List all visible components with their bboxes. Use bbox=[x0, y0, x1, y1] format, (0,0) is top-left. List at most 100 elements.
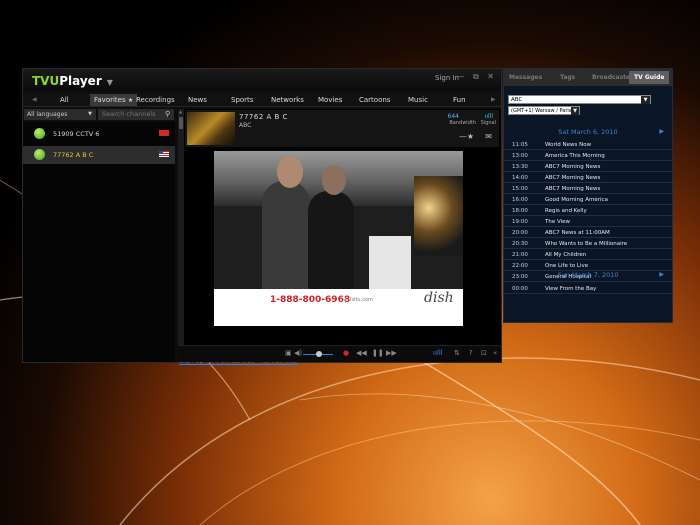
record-icon[interactable]: ● bbox=[343, 349, 349, 357]
category-tabs: ◀ All Favorites ★ Recordings News Sports… bbox=[23, 93, 501, 107]
program-time: 00:00 bbox=[512, 286, 528, 292]
player-window: TVUPlayer ▼ Sign In — ⧉ ✕ ◀ All Favorites… bbox=[22, 68, 502, 365]
channel-item-selected[interactable]: 77762 A B C bbox=[23, 146, 175, 164]
next-day-arrow-icon[interactable]: ▶ bbox=[659, 126, 664, 138]
now-playing-channel: 77762 A B C bbox=[239, 113, 288, 121]
language-select[interactable]: All languages ▼ bbox=[24, 109, 96, 120]
tab-favorites-label: Favorites bbox=[94, 96, 126, 104]
tab-messages[interactable]: Messages bbox=[509, 74, 542, 81]
program-title: View From the Bay bbox=[545, 286, 597, 292]
tab-favorites[interactable]: Favorites ★ bbox=[90, 94, 138, 106]
menu-caret-icon[interactable]: ▼ bbox=[107, 78, 113, 87]
guide-program-row[interactable]: 20:30 Who Wants to Be a Millionaire bbox=[504, 239, 672, 249]
tab-tags[interactable]: Tags bbox=[560, 74, 575, 81]
tab-fun[interactable]: Fun bbox=[453, 96, 466, 104]
tab-news[interactable]: News bbox=[188, 96, 207, 104]
guide-program-row[interactable]: 13:00 America This Morning bbox=[504, 151, 672, 161]
program-title: World News Now bbox=[545, 142, 592, 148]
program-time: 19:00 bbox=[512, 219, 528, 225]
mail-icon[interactable]: ✉ bbox=[485, 132, 492, 141]
video-scene bbox=[214, 151, 463, 289]
china-flag-icon bbox=[159, 130, 169, 136]
volume-icon[interactable]: ◀) bbox=[294, 349, 302, 357]
guide-channel-value: ABC bbox=[511, 97, 523, 103]
program-time: 15:00 bbox=[512, 186, 528, 192]
vertical-scrollbar[interactable]: ▲ ▼ bbox=[178, 109, 184, 353]
guide-program-row[interactable]: 11:05 World News Now bbox=[504, 140, 672, 150]
timezone-select[interactable]: (GMT+1) Warsaw / Paris ▼ bbox=[508, 106, 580, 115]
guide-program-row[interactable]: 13:30 ABC7 Morning News bbox=[504, 162, 672, 172]
tab-tv-guide[interactable]: TV Guide bbox=[629, 71, 670, 84]
main-content: ▲ ▼ 77762 A B C ABC 644 ıılll Bandwidth … bbox=[178, 109, 501, 365]
dish-logo: dish bbox=[424, 290, 454, 306]
tab-movies[interactable]: Movies bbox=[318, 96, 342, 104]
ad-phone-number: 1-888-800-6968 bbox=[270, 295, 351, 305]
bandwidth-label: Bandwidth bbox=[449, 120, 476, 126]
program-time: 21:00 bbox=[512, 252, 528, 258]
fullscreen-icon[interactable]: ⊡ bbox=[481, 349, 487, 357]
scrollbar-thumb[interactable] bbox=[179, 117, 183, 129]
guide-program-row[interactable]: 19:00 The View bbox=[504, 217, 672, 227]
tab-sports[interactable]: Sports bbox=[231, 96, 253, 104]
collapse-icon[interactable]: « bbox=[493, 349, 497, 357]
guide-program-row[interactable]: 00:00 View From the Bay bbox=[504, 284, 672, 294]
usa-flag-icon bbox=[159, 151, 169, 157]
sign-in-link[interactable]: Sign In bbox=[435, 74, 459, 82]
search-icon[interactable]: ⚲ bbox=[165, 110, 170, 118]
chevron-down-icon: ▼ bbox=[571, 107, 579, 115]
guide-program-row[interactable]: 18:00 Regis and Kelly bbox=[504, 206, 672, 216]
guide-program-row[interactable]: 21:00 All My Children bbox=[504, 250, 672, 260]
channel-filters: All languages ▼ ⚲ bbox=[23, 109, 175, 121]
language-select-value: All languages bbox=[27, 111, 68, 118]
add-favorite-star-icon[interactable]: —★ bbox=[459, 132, 474, 141]
tab-all[interactable]: All bbox=[60, 96, 69, 104]
guide-program-row[interactable]: 14:00 ABC7 Morning News bbox=[504, 173, 672, 183]
program-title: Who Wants to Be a Millionaire bbox=[545, 241, 628, 247]
program-time: 16:00 bbox=[512, 197, 528, 203]
channel-name: 51909 CCTV 6 bbox=[53, 130, 100, 138]
channel-globe-icon bbox=[34, 149, 45, 160]
program-time: 18:00 bbox=[512, 208, 528, 214]
channel-list: 51909 CCTV 6 77762 A B C bbox=[23, 122, 175, 362]
signal-bars-icon: ıılll bbox=[484, 113, 493, 120]
guide-program-row[interactable]: 15:00 ABC7 Morning News bbox=[504, 184, 672, 194]
tab-cartoons[interactable]: Cartoons bbox=[359, 96, 390, 104]
program-title: The View bbox=[545, 219, 571, 225]
screen-icon[interactable]: ▣ bbox=[285, 349, 292, 357]
help-icon[interactable]: ? bbox=[469, 349, 473, 357]
guide-channel-select[interactable]: ABC ▼ bbox=[508, 95, 651, 104]
program-title: America This Morning bbox=[545, 153, 605, 159]
program-time: 11:05 bbox=[512, 142, 528, 148]
tab-networks[interactable]: Networks bbox=[271, 96, 304, 104]
bandwidth-value: 644 bbox=[447, 113, 459, 120]
guide-program-row[interactable]: 20:00 ABC7 News at 11:00AM bbox=[504, 228, 672, 238]
forward-icon[interactable]: ▶▶ bbox=[386, 349, 397, 357]
guide-program-row[interactable]: 16:00 Good Morning America bbox=[504, 195, 672, 205]
volume-slider-knob[interactable] bbox=[316, 351, 322, 357]
window-controls[interactable]: — ⧉ ✕ bbox=[456, 72, 497, 82]
pause-icon[interactable]: ❚❚ bbox=[372, 349, 384, 357]
channel-item[interactable]: 51909 CCTV 6 bbox=[23, 125, 175, 143]
tabs-right-arrow-icon[interactable]: ▶ bbox=[491, 96, 496, 103]
app-logo[interactable]: TVUPlayer ▼ bbox=[32, 74, 113, 88]
guide-date-header: Sun March 7, 2010 ▶ bbox=[504, 269, 672, 281]
logo-tvu-text: TVU bbox=[32, 74, 60, 88]
video-frame[interactable]: 1-888-800-6968 Isltu.com dish bbox=[214, 151, 463, 326]
program-title: ABC7 Morning News bbox=[545, 175, 601, 181]
channel-name: 77762 A B C bbox=[53, 151, 94, 159]
ad-website: Isltu.com bbox=[345, 297, 373, 303]
tab-recordings[interactable]: Recordings bbox=[136, 96, 175, 104]
now-playing-network: ABC bbox=[239, 122, 252, 129]
favorites-star-icon: ★ bbox=[127, 97, 134, 104]
next-day-arrow-icon[interactable]: ▶ bbox=[659, 269, 664, 281]
guide-date-label: Sun March 7, 2010 bbox=[557, 271, 619, 279]
search-channels-input[interactable] bbox=[98, 109, 174, 120]
rewind-icon[interactable]: ◀◀ bbox=[356, 349, 367, 357]
tab-broadcaster[interactable]: Broadcaster bbox=[592, 74, 633, 81]
title-bar[interactable]: TVUPlayer ▼ Sign In — ⧉ ✕ bbox=[23, 69, 501, 91]
tab-music[interactable]: Music bbox=[408, 96, 428, 104]
scroll-up-icon[interactable]: ▲ bbox=[179, 109, 182, 114]
program-title: ABC7 Morning News bbox=[545, 186, 601, 192]
tabs-left-arrow-icon[interactable]: ◀ bbox=[32, 96, 37, 103]
sort-icon[interactable]: ⇅ bbox=[454, 349, 460, 357]
